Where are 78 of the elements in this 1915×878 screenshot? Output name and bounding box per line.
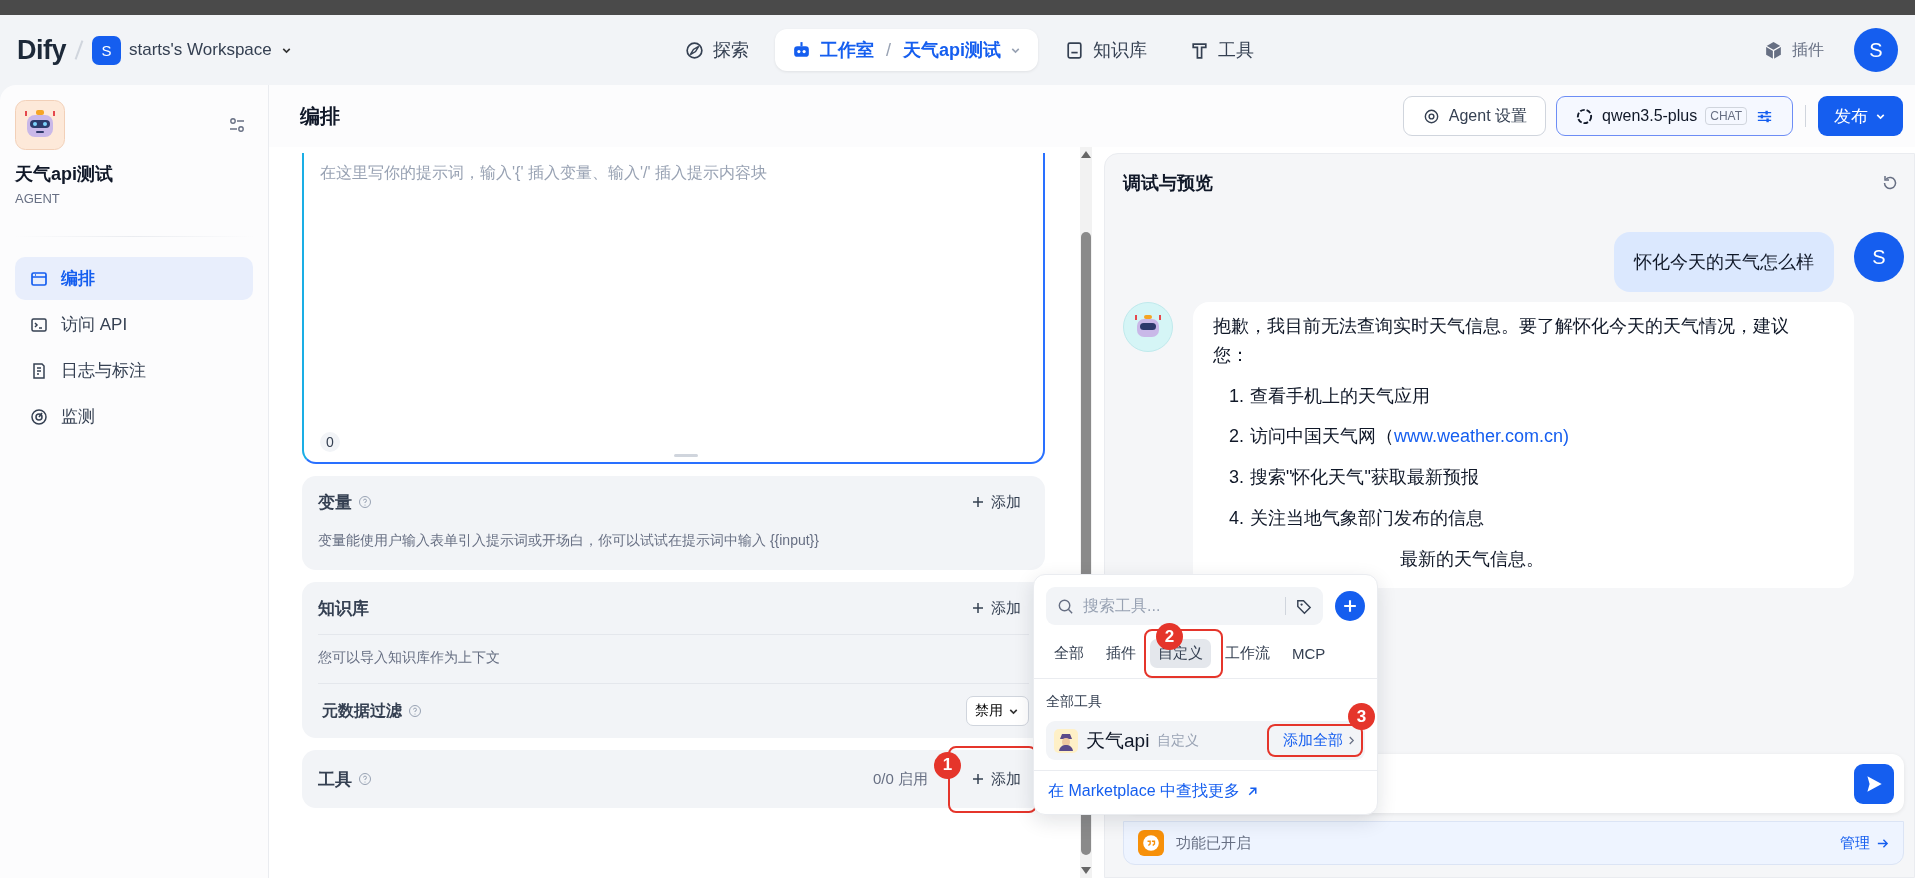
filter-tab[interactable]: 全部 (1046, 639, 1092, 668)
app-name: 天气api测试 (15, 163, 114, 186)
agent-settings-button[interactable]: Agent 设置 (1402, 96, 1547, 136)
workspace-switcher[interactable]: S starts's Workspace (92, 35, 293, 65)
message-text: 抱歉，我目前无法查询实时天气信息。要了解怀化今天的天气情况，建议您： (1213, 315, 1790, 367)
compass-icon (684, 39, 705, 61)
settings-icon[interactable] (227, 115, 247, 135)
page-title: 编排 (300, 103, 340, 129)
sidebar-item[interactable]: 访问 API (15, 303, 253, 346)
help-icon[interactable] (358, 772, 372, 786)
card-title: 工具 (318, 768, 352, 791)
user-message: 怀化今天的天气怎么样 (1614, 232, 1834, 292)
nav-tab[interactable]: 知识库 (1048, 29, 1164, 71)
agent-icon (1054, 728, 1078, 753)
list-number: 4. (1229, 507, 1244, 530)
quote-icon (1138, 830, 1164, 856)
card-description: 变量能使用户输入表单引入提示词或开场白，你可以试试在提示词中输入 {{input}} (318, 531, 820, 550)
features-status: 功能已开启 (1176, 833, 1251, 853)
metadata-filter-label: 元数据过滤 (322, 700, 402, 721)
add-all-button[interactable]: 添加全部 (1281, 727, 1357, 754)
filter-tab[interactable]: 插件 (1098, 639, 1144, 668)
chevron-right-icon (1348, 735, 1355, 746)
character-count: 0 (320, 432, 340, 452)
robot-icon (1123, 302, 1173, 352)
filter-tab[interactable]: MCP (1284, 639, 1334, 668)
add-button[interactable]: 添加 (964, 763, 1029, 795)
nav-tab[interactable]: 探索 (668, 29, 765, 71)
list-item: 关注当地气象部门发布的信息 (1250, 507, 1484, 530)
step-badge: 3 (1348, 703, 1375, 730)
card-title: 知识库 (318, 597, 369, 620)
publish-button[interactable]: 发布 (1818, 96, 1903, 136)
tools-count: 0/0 启用 (872, 769, 928, 789)
tool-item[interactable]: 天气api 自定义 添加全部 (1046, 721, 1365, 760)
list-item: 搜索"怀化天气"获取最新预报 (1250, 466, 1479, 490)
help-icon[interactable] (358, 495, 372, 509)
user-avatar: S (1854, 232, 1904, 282)
list-item: 访问中国天气网（www.weather.com.cn) (1250, 425, 1570, 449)
card-description: 您可以导入知识库作为上下文 (318, 634, 1029, 684)
plus-icon (972, 602, 984, 614)
filter-tab[interactable]: 工作流 (1217, 639, 1278, 668)
sidebar-item[interactable]: 编排 (15, 257, 253, 300)
resize-handle[interactable] (673, 454, 698, 457)
plus-icon (1343, 599, 1357, 613)
panel-title: 调试与预览 (1123, 172, 1213, 195)
plugins-button[interactable]: 插件 (1757, 38, 1830, 62)
marketplace-link[interactable]: 在 Marketplace 中查找更多 (1034, 770, 1377, 814)
step-badge: 1 (934, 751, 961, 779)
list-number: 1. (1229, 384, 1244, 408)
manage-link[interactable]: 管理 (1840, 833, 1889, 853)
user-avatar[interactable]: S (1854, 28, 1898, 72)
model-icon (1575, 106, 1595, 126)
plus-icon (972, 496, 984, 508)
plus-icon (972, 773, 984, 785)
add-button[interactable]: 添加 (964, 486, 1029, 518)
list-number: 2. (1229, 425, 1244, 449)
section-label: 全部工具 (1046, 692, 1102, 711)
nav-tab[interactable]: 工具 (1173, 29, 1271, 71)
cube-icon (1763, 39, 1784, 61)
model-selector[interactable]: qwen3.5-plus CHAT (1556, 96, 1793, 136)
external-link-icon (1246, 785, 1260, 798)
app-type: AGENT (15, 191, 61, 206)
sidebar-item[interactable]: 日志与标注 (15, 349, 253, 392)
link[interactable]: www.weather.com.cn) (1394, 426, 1570, 447)
add-button[interactable]: 添加 (964, 592, 1029, 624)
filter-dropdown[interactable]: 禁用 (966, 696, 1029, 726)
logo[interactable]: Dify (17, 34, 66, 66)
add-button[interactable] (1335, 591, 1365, 621)
list-number: 3. (1229, 466, 1244, 490)
send-button[interactable] (1854, 763, 1894, 804)
prompt-editor[interactable]: 在这里写你的提示词，输入'{' 插入变量、输入'/' 插入提示内容块 0 (302, 153, 1045, 464)
robot-icon (15, 100, 65, 150)
nav-tab[interactable]: 工作室 / 天气api测试 (775, 29, 1039, 71)
sidebar-item[interactable]: 监测 (15, 395, 253, 438)
card-title: 变量 (318, 491, 352, 514)
message-text: 最新的天气信息。 (1399, 547, 1545, 571)
list-item: 查看手机上的天气应用 (1250, 384, 1430, 408)
gauge-icon (29, 406, 49, 427)
help-icon[interactable] (408, 704, 422, 718)
